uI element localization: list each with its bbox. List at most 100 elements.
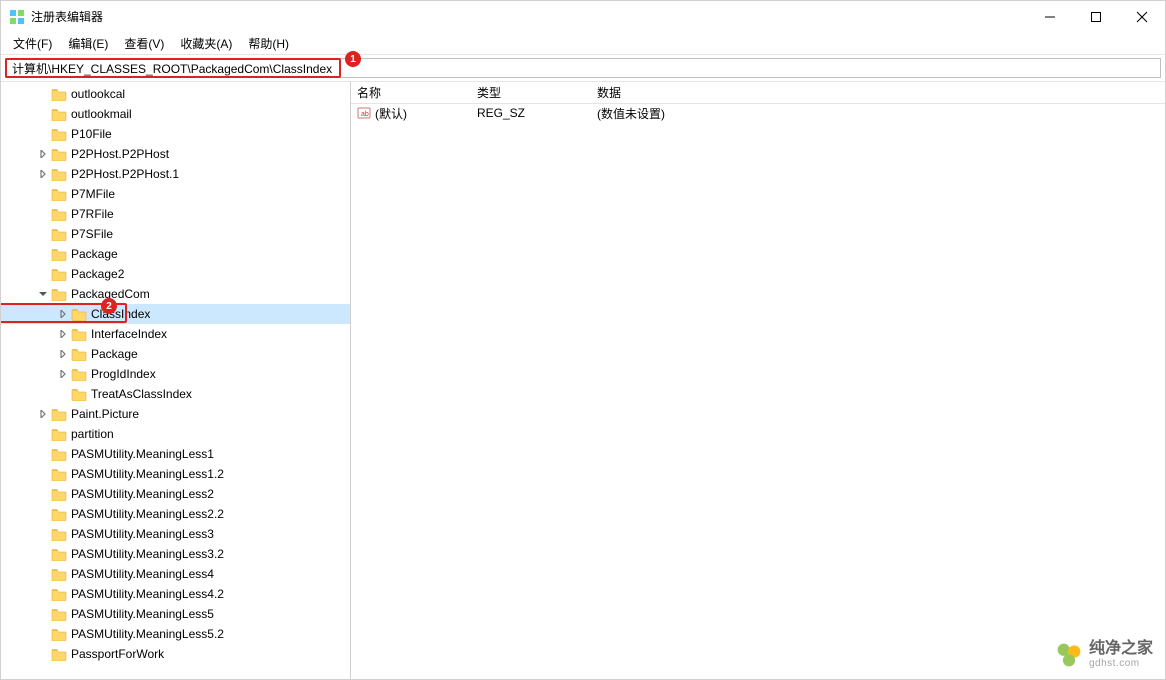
maximize-button[interactable] <box>1073 1 1119 32</box>
address-bar[interactable]: 计算机\HKEY_CLASSES_ROOT\PackagedCom\ClassI… <box>5 58 1161 78</box>
expander-placeholder <box>37 428 49 440</box>
folder-icon <box>51 447 67 461</box>
folder-icon <box>51 87 67 101</box>
tree-item-label: P7MFile <box>71 187 115 201</box>
tree-item[interactable]: PASMUtility.MeaningLess4 <box>1 564 350 584</box>
menu-favorites[interactable]: 收藏夹(A) <box>172 33 240 54</box>
tree-item[interactable]: PASMUtility.MeaningLess5.2 <box>1 624 350 644</box>
tree-item[interactable]: P10File <box>1 124 350 144</box>
chevron-down-icon[interactable] <box>37 288 49 300</box>
tree-item[interactable]: TreatAsClassIndex <box>1 384 350 404</box>
tree-item[interactable]: Package2 <box>1 264 350 284</box>
value-row[interactable]: ab(默认)REG_SZ(数值未设置) <box>351 104 1165 122</box>
tree-item[interactable]: InterfaceIndex <box>1 324 350 344</box>
watermark: 纯净之家 gdhst.com <box>1055 640 1153 669</box>
tree-item[interactable]: Paint.Picture <box>1 404 350 424</box>
tree-item[interactable]: Package <box>1 244 350 264</box>
expander-placeholder <box>37 488 49 500</box>
close-button[interactable] <box>1119 1 1165 32</box>
tree-item[interactable]: outlookmail <box>1 104 350 124</box>
tree-item[interactable]: PASMUtility.MeaningLess2 <box>1 484 350 504</box>
tree-item[interactable]: PASMUtility.MeaningLess3 <box>1 524 350 544</box>
value-name-cell: ab(默认) <box>351 105 471 122</box>
menu-view[interactable]: 查看(V) <box>116 33 172 54</box>
folder-icon <box>51 227 67 241</box>
folder-icon <box>51 127 67 141</box>
folder-icon <box>71 307 87 321</box>
string-value-icon: ab <box>357 106 371 120</box>
tree-item-label: P7SFile <box>71 227 113 241</box>
chevron-right-icon[interactable] <box>37 148 49 160</box>
chevron-right-icon[interactable] <box>37 168 49 180</box>
tree-item[interactable]: outlookcal <box>1 84 350 104</box>
minimize-button[interactable] <box>1027 1 1073 32</box>
tree-item[interactable]: P7MFile <box>1 184 350 204</box>
list-pane: 名称 类型 数据 ab(默认)REG_SZ(数值未设置) <box>351 82 1165 679</box>
watermark-sub: gdhst.com <box>1089 658 1153 669</box>
tree-item[interactable]: Package <box>1 344 350 364</box>
chevron-right-icon[interactable] <box>57 328 69 340</box>
tree-item[interactable]: PASMUtility.MeaningLess4.2 <box>1 584 350 604</box>
tree-item[interactable]: PackagedCom <box>1 284 350 304</box>
tree-item[interactable]: PASMUtility.MeaningLess5 <box>1 604 350 624</box>
registry-tree: outlookcal outlookmail P10File P2PHost.P2PH… <box>1 84 350 664</box>
address-area: 计算机\HKEY_CLASSES_ROOT\PackagedCom\ClassI… <box>1 55 1165 81</box>
folder-icon <box>51 627 67 641</box>
chevron-right-icon[interactable] <box>57 308 69 320</box>
tree-item[interactable]: ClassIndex2 <box>1 304 350 324</box>
tree-pane[interactable]: outlookcal outlookmail P10File P2PHost.P2PH… <box>1 82 351 679</box>
tree-item[interactable]: P2PHost.P2PHost <box>1 144 350 164</box>
col-header-name[interactable]: 名称 <box>351 84 471 101</box>
expander-placeholder <box>37 548 49 560</box>
tree-item-label: P2PHost.P2PHost <box>71 147 169 161</box>
tree-item[interactable]: PassportForWork <box>1 644 350 664</box>
tree-item[interactable]: ProgIdIndex <box>1 364 350 384</box>
expander-placeholder <box>37 628 49 640</box>
expander-placeholder <box>37 88 49 100</box>
list-body: ab(默认)REG_SZ(数值未设置) <box>351 104 1165 679</box>
chevron-right-icon[interactable] <box>57 368 69 380</box>
menu-help[interactable]: 帮助(H) <box>240 33 297 54</box>
folder-icon <box>51 247 67 261</box>
value-type-cell: REG_SZ <box>471 106 591 120</box>
tree-item[interactable]: PASMUtility.MeaningLess2.2 <box>1 504 350 524</box>
col-header-data[interactable]: 数据 <box>591 84 1165 101</box>
tree-item-label: PASMUtility.MeaningLess3.2 <box>71 547 224 561</box>
window-title: 注册表编辑器 <box>31 8 103 25</box>
folder-icon <box>51 287 67 301</box>
folder-icon <box>51 487 67 501</box>
tree-item-label: P7RFile <box>71 207 114 221</box>
folder-icon <box>51 107 67 121</box>
tree-item-label: PASMUtility.MeaningLess4.2 <box>71 587 224 601</box>
tree-item[interactable]: PASMUtility.MeaningLess3.2 <box>1 544 350 564</box>
expander-placeholder <box>37 188 49 200</box>
tree-item-label: PASMUtility.MeaningLess4 <box>71 567 214 581</box>
tree-item-label: outlookmail <box>71 107 132 121</box>
menu-edit[interactable]: 编辑(E) <box>60 33 116 54</box>
tree-item-label: ClassIndex <box>91 307 150 321</box>
expander-placeholder <box>37 108 49 120</box>
folder-icon <box>51 207 67 221</box>
tree-item-label: Package <box>91 347 138 361</box>
tree-item[interactable]: PASMUtility.MeaningLess1 <box>1 444 350 464</box>
watermark-text: 纯净之家 gdhst.com <box>1089 640 1153 669</box>
expander-placeholder <box>37 508 49 520</box>
chevron-right-icon[interactable] <box>37 408 49 420</box>
folder-icon <box>51 427 67 441</box>
tree-item[interactable]: P7RFile <box>1 204 350 224</box>
tree-item-label: TreatAsClassIndex <box>91 387 192 401</box>
chevron-right-icon[interactable] <box>57 348 69 360</box>
tree-item-label: P10File <box>71 127 112 141</box>
col-header-type[interactable]: 类型 <box>471 84 591 101</box>
expander-placeholder <box>37 528 49 540</box>
address-path: 计算机\HKEY_CLASSES_ROOT\PackagedCom\ClassI… <box>12 60 332 77</box>
tree-item[interactable]: P2PHost.P2PHost.1 <box>1 164 350 184</box>
annotation-badge-1: 1 <box>345 51 361 67</box>
expander-placeholder <box>37 208 49 220</box>
tree-item-label: PASMUtility.MeaningLess5 <box>71 607 214 621</box>
menu-file[interactable]: 文件(F) <box>5 33 60 54</box>
tree-item[interactable]: P7SFile <box>1 224 350 244</box>
tree-item[interactable]: PASMUtility.MeaningLess1.2 <box>1 464 350 484</box>
tree-item[interactable]: partition <box>1 424 350 444</box>
folder-icon <box>51 567 67 581</box>
